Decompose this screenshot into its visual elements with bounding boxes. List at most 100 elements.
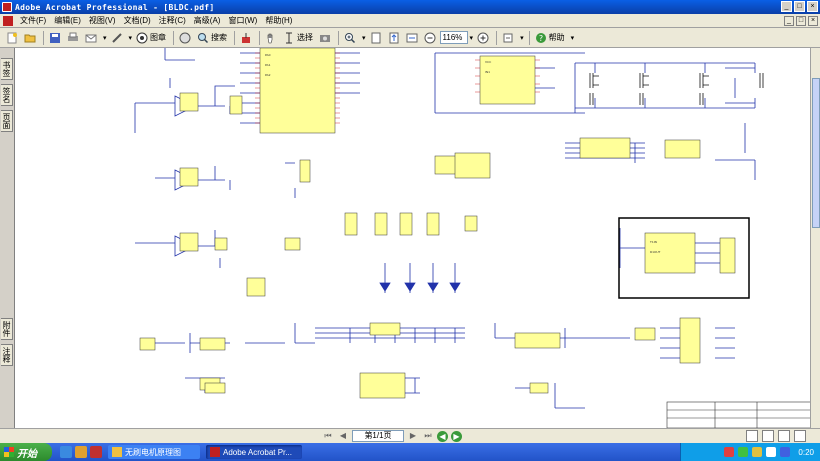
menu-advanced[interactable]: 高级(A) [190, 15, 225, 26]
menu-edit[interactable]: 编辑(E) [50, 15, 85, 26]
first-page-icon[interactable]: ⏮ [322, 430, 334, 442]
previous-page-icon[interactable]: ◀ [337, 430, 349, 442]
zoom-out-icon[interactable] [422, 30, 438, 46]
folder-icon [112, 447, 122, 457]
svg-text:T1IN: T1IN [649, 240, 657, 244]
minimize-button[interactable]: _ [781, 1, 792, 12]
zoom-in-icon[interactable] [475, 30, 491, 46]
email-icon[interactable] [83, 30, 99, 46]
scrollbar-thumb[interactable] [812, 78, 820, 228]
fit-width-icon[interactable] [404, 30, 420, 46]
folder-icon[interactable] [75, 446, 87, 458]
comment-icon[interactable] [177, 30, 193, 46]
hand-tool-icon[interactable] [263, 30, 279, 46]
page-number-field[interactable]: 第1/1页 [352, 430, 404, 442]
upload-icon[interactable] [238, 30, 254, 46]
next-page-icon[interactable]: ▶ [407, 430, 419, 442]
tab-bookmarks[interactable]: 书签 [1, 58, 13, 80]
tray-app-icon[interactable] [724, 447, 735, 457]
toolbar-separator [528, 30, 530, 45]
chevron-down-icon[interactable]: ▾ [362, 34, 366, 42]
chevron-down-icon[interactable]: ▾ [129, 34, 133, 42]
taskbar-item-schematic-folder[interactable]: 无刷电机原理图 [108, 445, 200, 459]
acrobat-icon [210, 447, 220, 457]
open-folder-icon[interactable] [22, 30, 38, 46]
search-button[interactable]: 搜索 [195, 30, 229, 46]
close-button[interactable]: × [807, 1, 818, 12]
last-page-icon[interactable]: ⏭ [422, 430, 434, 442]
stamp-icon [136, 32, 148, 44]
select-label: 选择 [297, 33, 314, 42]
taskbar-item-acrobat[interactable]: Adobe Acrobat Pr... [206, 445, 302, 459]
help-button[interactable]: ? 帮助 [533, 30, 567, 46]
chevron-down-icon[interactable]: ▾ [571, 34, 575, 42]
chevron-down-icon[interactable]: ▾ [103, 34, 107, 42]
tray-app-icon[interactable] [766, 447, 777, 457]
menu-comments[interactable]: 注释(C) [155, 15, 190, 26]
menu-window[interactable]: 窗口(W) [224, 15, 261, 26]
tray-app-icon[interactable] [738, 447, 749, 457]
search-icon [197, 32, 209, 44]
chevron-down-icon[interactable]: ▾ [470, 34, 474, 42]
continuous-facing-view-icon[interactable] [794, 430, 806, 442]
menu-file[interactable]: 文件(F) [16, 15, 50, 26]
toolbar-separator [173, 30, 175, 45]
snapshot-icon[interactable] [317, 30, 333, 46]
menu-help[interactable]: 帮助(H) [261, 15, 296, 26]
doc-restore-button[interactable]: □ [796, 16, 806, 26]
actual-size-icon[interactable] [368, 30, 384, 46]
go-back-icon[interactable]: ◀ [437, 430, 448, 442]
help-label: 帮助 [548, 33, 565, 42]
task-label: Adobe Acrobat Pr... [223, 447, 292, 457]
tray-app-icon[interactable] [752, 447, 763, 457]
doc-close-button[interactable]: × [808, 16, 818, 26]
tab-comments[interactable]: 注释 [1, 344, 13, 366]
start-button[interactable]: 开始 [0, 443, 52, 461]
menu-view[interactable]: 视图(V) [85, 15, 120, 26]
windows-logo-icon [4, 447, 14, 457]
clock[interactable]: 0:20 [798, 448, 814, 457]
menu-bar: 文件(F) 编辑(E) 视图(V) 文档(D) 注释(C) 高级(A) 窗口(W… [0, 14, 820, 28]
tab-signatures[interactable]: 签名 [1, 84, 13, 106]
facing-view-icon[interactable] [778, 430, 790, 442]
single-page-view-icon[interactable] [746, 430, 758, 442]
toolbar: ▾ ▾ 图章 搜索 选择 ▾ 116% ▾ ▾ ? 帮助 ▾ [0, 28, 820, 48]
menu-document[interactable]: 文档(D) [120, 15, 155, 26]
rotate-view-icon[interactable] [500, 30, 516, 46]
vertical-scrollbar[interactable] [810, 48, 820, 428]
zoom-level-input[interactable]: 116% [439, 31, 468, 44]
chevron-down-icon[interactable]: ▾ [520, 34, 524, 42]
help-icon: ? [535, 32, 547, 44]
acrobat-app-icon [2, 2, 12, 12]
document-view[interactable]: PA0 PA1 PA2 VCC IN1 T1IN R1OUT [14, 48, 810, 428]
tab-attachments[interactable]: 附件 [1, 318, 13, 340]
svg-text:PA2: PA2 [265, 73, 271, 77]
toolbar-separator [338, 30, 340, 45]
task-label: 无刷电机原理图 [125, 447, 181, 457]
toolbar-separator [496, 30, 498, 45]
acrobat-icon[interactable] [90, 446, 102, 458]
document-icon[interactable] [3, 15, 13, 26]
svg-text:PA1: PA1 [265, 63, 271, 67]
navigation-panel: 书签 签名 页面 附件 注释 [0, 48, 14, 428]
go-forward-icon[interactable]: ▶ [451, 430, 462, 442]
window-title: Adobe Acrobat Professional - [BLDC.pdf] [15, 2, 215, 12]
tab-pages[interactable]: 页面 [1, 110, 13, 132]
new-file-icon[interactable] [4, 30, 20, 46]
maximize-button[interactable]: □ [794, 1, 805, 12]
sign-icon[interactable] [109, 30, 125, 46]
continuous-view-icon[interactable] [762, 430, 774, 442]
save-icon[interactable] [47, 30, 63, 46]
fit-page-icon[interactable] [386, 30, 402, 46]
zoom-tool-icon[interactable] [342, 30, 358, 46]
ie-icon[interactable] [60, 446, 72, 458]
stamp-button[interactable]: 图章 [134, 30, 168, 46]
system-tray: 0:20 [680, 443, 820, 461]
doc-minimize-button[interactable]: _ [784, 16, 794, 26]
print-icon[interactable] [65, 30, 81, 46]
bldc-schematic: PA0 PA1 PA2 VCC IN1 T1IN R1OUT [134, 48, 810, 428]
select-tool-button[interactable]: 选择 [281, 30, 315, 46]
svg-text:?: ? [538, 34, 542, 43]
volume-icon[interactable] [780, 447, 791, 457]
window-title-bar[interactable]: Adobe Acrobat Professional - [BLDC.pdf] … [0, 0, 820, 14]
